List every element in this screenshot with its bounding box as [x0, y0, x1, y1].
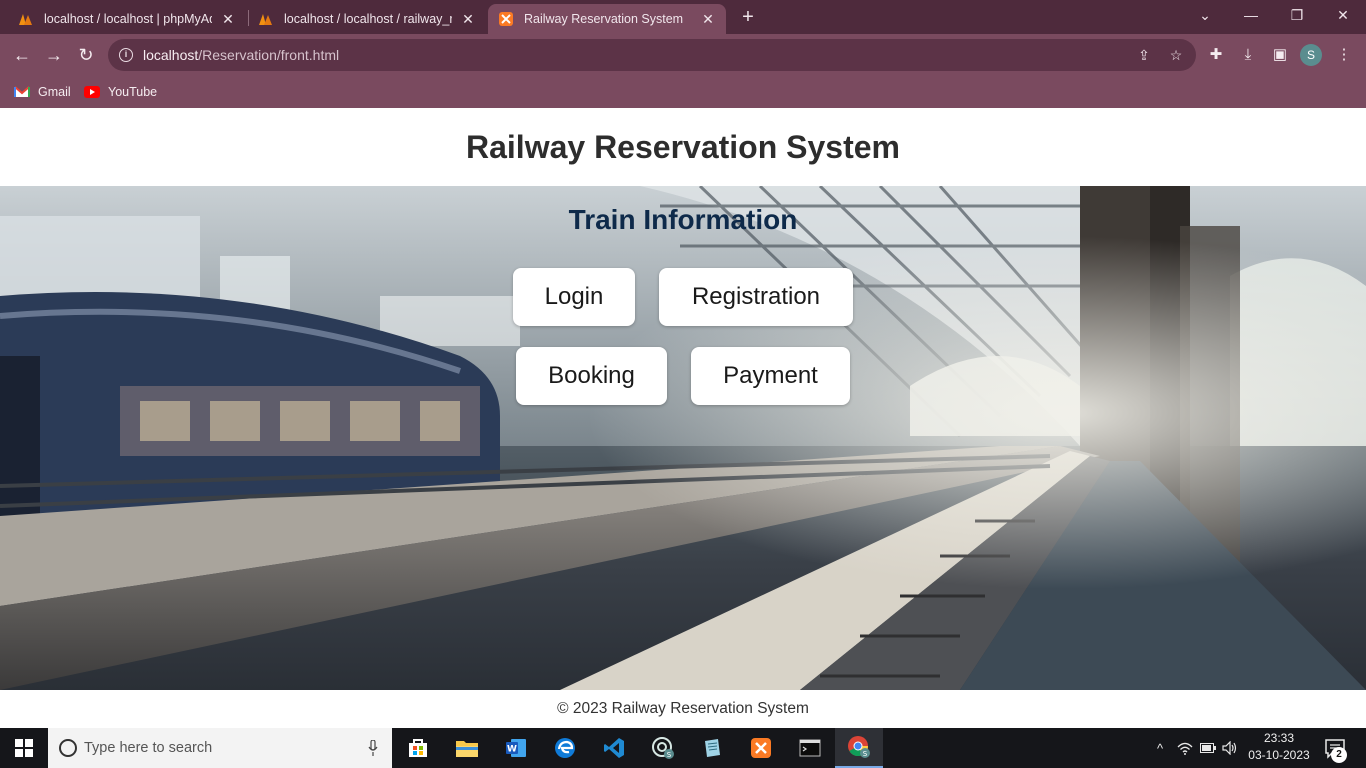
xampp-app-icon[interactable]: [737, 728, 785, 768]
bookmarks-bar: Gmail YouTube: [0, 76, 1366, 108]
battery-icon[interactable]: [1198, 728, 1218, 768]
svg-text:S: S: [863, 750, 868, 758]
speaker-icon: [1222, 741, 1237, 755]
youtube-icon: [84, 86, 100, 98]
wifi-icon[interactable]: [1174, 728, 1196, 768]
forward-button[interactable]: →: [42, 43, 66, 67]
tab-phpmyadmin[interactable]: localhost / localhost | phpMyAdmin ✕: [8, 4, 246, 34]
file-explorer-app-icon[interactable]: [443, 728, 491, 768]
xampp-icon: [751, 738, 771, 758]
share-icon[interactable]: ⇪: [1136, 47, 1152, 63]
reload-button[interactable]: ↻: [74, 43, 98, 67]
section-title: Train Information: [568, 204, 798, 235]
word-app-icon[interactable]: W: [492, 728, 540, 768]
page-title: Railway Reservation System: [466, 128, 900, 165]
bookmark-label: YouTube: [108, 85, 158, 99]
close-icon[interactable]: ✕: [700, 11, 716, 27]
url-host: localhost: [143, 47, 199, 63]
vscode-app-icon[interactable]: [590, 728, 638, 768]
notification-count-badge: 2: [1331, 747, 1347, 763]
search-placeholder: Type here to search: [84, 740, 213, 756]
taskbar-search-box[interactable]: Type here to search: [48, 728, 392, 768]
wifi-signal-icon: [1177, 742, 1193, 755]
url-text: localhost/Reservation/front.html: [143, 47, 339, 63]
close-icon[interactable]: ✕: [460, 11, 476, 27]
start-button[interactable]: [0, 728, 48, 768]
windows-taskbar: Type here to search W S S ^ 23:33 03-10-…: [0, 728, 1366, 768]
web-page: Railway Reservation System Train Informa…: [0, 108, 1366, 728]
close-icon[interactable]: ✕: [220, 11, 236, 27]
download-icon[interactable]: ⤓: [1238, 45, 1258, 65]
clock-time: 23:33: [1263, 731, 1295, 745]
close-window-button[interactable]: ✕: [1320, 0, 1366, 30]
gmail-icon: [14, 86, 30, 97]
new-tab-button[interactable]: +: [738, 7, 758, 27]
windows-icon: [15, 739, 33, 757]
tab-search-icon[interactable]: ⌄: [1182, 0, 1228, 30]
extensions-icon[interactable]: ✚: [1206, 45, 1226, 65]
address-bar[interactable]: i localhost/Reservation/front.html ⇪ ☆: [108, 39, 1196, 71]
menu-icon[interactable]: ⋮: [1334, 45, 1354, 65]
url-path: /Reservation/front.html: [198, 47, 340, 63]
terminal-icon: [799, 739, 821, 757]
clock-date: 03-10-2023: [1248, 748, 1310, 762]
registration-button[interactable]: Registration: [659, 268, 853, 326]
site-info-icon[interactable]: i: [119, 48, 133, 62]
show-hidden-icons-chevron-icon[interactable]: ^: [1150, 728, 1170, 768]
restore-button[interactable]: ❐: [1274, 0, 1320, 30]
back-button[interactable]: ←: [10, 43, 34, 67]
word-icon: W: [506, 739, 526, 757]
side-panel-icon[interactable]: ▣: [1270, 45, 1290, 65]
tab-railway-reservation[interactable]: Railway Reservation System ✕: [488, 4, 726, 34]
booking-button[interactable]: Booking: [516, 347, 667, 405]
xampp-icon: [499, 12, 513, 26]
tab-title: Railway Reservation System: [524, 12, 684, 26]
phpmyadmin-icon: [19, 14, 32, 25]
battery-level-icon: [1200, 743, 1216, 753]
login-button[interactable]: Login: [513, 268, 635, 326]
tab-title: localhost / localhost | phpMyAdmin: [44, 12, 212, 26]
chatgpt-app-icon[interactable]: S: [639, 728, 687, 768]
notepad-app-icon[interactable]: [688, 728, 736, 768]
browser-toolbar: ← → ↻ i localhost/Reservation/front.html…: [0, 34, 1366, 76]
terminal-app-icon[interactable]: [786, 728, 834, 768]
svg-text:W: W: [507, 745, 517, 755]
store-app-icon[interactable]: [394, 728, 442, 768]
folder-icon: [456, 741, 478, 757]
site-header: Railway Reservation System: [0, 108, 1366, 186]
search-icon: [59, 739, 77, 757]
site-footer: © 2023 Railway Reservation System: [0, 690, 1366, 728]
chrome-icon: S: [848, 736, 870, 758]
bookmark-youtube[interactable]: YouTube: [84, 82, 157, 102]
openai-icon: S: [652, 737, 674, 759]
notepad-icon: [705, 739, 720, 757]
bookmark-label: Gmail: [38, 85, 71, 99]
store-icon: [409, 739, 427, 757]
payment-button[interactable]: Payment: [691, 347, 850, 405]
svg-text:S: S: [667, 751, 672, 759]
volume-icon[interactable]: [1220, 728, 1240, 768]
bookmark-star-icon[interactable]: ☆: [1168, 47, 1184, 63]
chrome-app-icon[interactable]: S: [835, 728, 883, 768]
microphone-icon[interactable]: [368, 740, 378, 756]
browser-tab-bar: localhost / localhost | phpMyAdmin ✕ loc…: [0, 0, 1366, 34]
hero-section: Train Information Login Registration Boo…: [0, 186, 1366, 690]
system-clock[interactable]: 23:33 03-10-2023: [1240, 730, 1318, 766]
phpmyadmin-icon: [259, 14, 272, 25]
minimize-button[interactable]: —: [1228, 0, 1274, 30]
edge-app-icon[interactable]: [541, 728, 589, 768]
profile-avatar[interactable]: S: [1300, 44, 1322, 66]
tab-railway-db[interactable]: localhost / localhost / railway_reservat…: [248, 4, 486, 34]
bookmark-gmail[interactable]: Gmail: [14, 82, 71, 102]
railway-station-background-image: [0, 186, 1366, 690]
vscode-icon: [604, 738, 624, 758]
tab-title: localhost / localhost / railway_reservat…: [284, 12, 452, 26]
edge-icon: [555, 738, 575, 758]
